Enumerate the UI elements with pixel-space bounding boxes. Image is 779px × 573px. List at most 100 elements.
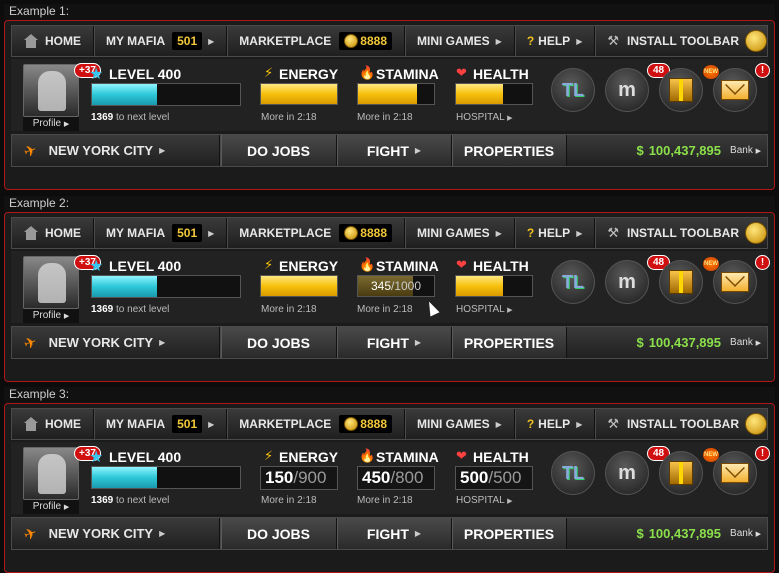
stamina-bar[interactable] bbox=[357, 83, 435, 105]
marketplace-link[interactable]: MARKETPLACE 8888 bbox=[227, 409, 405, 439]
energy-value[interactable]: 150/900 bbox=[260, 466, 338, 490]
toolbar-icon-button[interactable]: TL bbox=[551, 68, 595, 112]
energy-bar[interactable] bbox=[260, 275, 338, 297]
my-mafia-link[interactable]: MY MAFIA 501 ▶ bbox=[94, 218, 228, 248]
flame-icon: 🔥 bbox=[359, 257, 376, 272]
my-mafia-link[interactable]: MY MAFIA 501 ▶ bbox=[94, 26, 228, 56]
messages-button[interactable] bbox=[713, 260, 757, 304]
profile-button[interactable]: Profile ▶ bbox=[23, 500, 79, 514]
install-toolbar-link[interactable]: ⚒ INSTALL TOOLBAR bbox=[595, 26, 774, 56]
coin-count: 8888 bbox=[360, 34, 387, 48]
chevron-right-icon: ▶ bbox=[159, 338, 166, 347]
dollar-icon: $ bbox=[636, 335, 644, 350]
fight-label: FIGHT bbox=[366, 142, 409, 159]
gifts-button[interactable] bbox=[659, 260, 703, 304]
profile-button[interactable]: Profile ▶ bbox=[23, 309, 79, 323]
do-jobs-button[interactable]: DO JOBS bbox=[221, 327, 337, 358]
mafia-count: 501 bbox=[172, 415, 203, 433]
fight-button[interactable]: FIGHT ▶ bbox=[337, 135, 452, 166]
mafia-m-icon: m bbox=[618, 461, 636, 484]
stamina-refill-time: More in 2:18 bbox=[357, 304, 413, 315]
properties-label: PROPERTIES bbox=[463, 525, 555, 542]
profile-button[interactable]: Profile ▶ bbox=[23, 117, 79, 131]
messages-button[interactable] bbox=[713, 68, 757, 112]
city-selector[interactable]: ✈ NEW YORK CITY ▶ bbox=[12, 518, 220, 549]
properties-button[interactable]: PROPERTIES bbox=[452, 518, 567, 549]
fight-label: FIGHT bbox=[366, 525, 409, 542]
mafia-count: 501 bbox=[172, 224, 203, 242]
xp-to-next-value: 1369 bbox=[91, 495, 114, 506]
energy-bar[interactable] bbox=[260, 83, 338, 105]
my-mafia-label: MY MAFIA bbox=[106, 226, 166, 240]
chevron-right-icon: ▶ bbox=[507, 115, 513, 122]
mafia-m-icon: m bbox=[618, 78, 636, 101]
coin-count: 8888 bbox=[360, 417, 387, 431]
avatar[interactable]: +37 bbox=[23, 446, 101, 500]
do-jobs-button[interactable]: DO JOBS bbox=[221, 135, 337, 166]
gifts-button[interactable] bbox=[659, 68, 703, 112]
hospital-link[interactable]: HOSPITAL ▶ bbox=[456, 112, 513, 123]
messages-button[interactable] bbox=[713, 451, 757, 495]
mini-games-menu[interactable]: MINI GAMES ▶ bbox=[405, 409, 515, 439]
marketplace-link[interactable]: MARKETPLACE 8888 bbox=[227, 218, 405, 248]
mafia-invites-button[interactable]: m bbox=[605, 260, 649, 304]
mini-games-menu[interactable]: MINI GAMES ▶ bbox=[405, 218, 515, 248]
stamina-value[interactable]: 450/800 bbox=[357, 466, 435, 490]
install-toolbar-label: INSTALL TOOLBAR bbox=[627, 226, 739, 240]
mini-games-menu[interactable]: MINI GAMES ▶ bbox=[405, 26, 515, 56]
avatar[interactable]: +37 bbox=[23, 255, 101, 309]
tools-icon: ⚒ bbox=[607, 33, 619, 48]
hospital-link[interactable]: HOSPITAL ▶ bbox=[456, 495, 513, 506]
home-link[interactable]: HOME bbox=[12, 26, 94, 56]
install-toolbar-link[interactable]: ⚒ INSTALL TOOLBAR bbox=[595, 218, 774, 248]
health-value[interactable]: 500/500 bbox=[455, 466, 533, 490]
my-mafia-link[interactable]: MY MAFIA 501 ▶ bbox=[94, 409, 228, 439]
health-bar[interactable] bbox=[455, 83, 533, 105]
chevron-right-icon: ▶ bbox=[208, 419, 215, 429]
stamina-bar[interactable]: 345/1000 bbox=[357, 275, 435, 297]
install-toolbar-link[interactable]: ⚒ INSTALL TOOLBAR bbox=[595, 409, 774, 439]
help-menu[interactable]: ? HELP ▶ bbox=[515, 26, 596, 56]
coin-icon bbox=[344, 34, 359, 48]
chevron-right-icon: ▶ bbox=[414, 146, 422, 155]
health-bar[interactable] bbox=[455, 275, 533, 297]
properties-label: PROPERTIES bbox=[463, 334, 555, 351]
fight-button[interactable]: FIGHT ▶ bbox=[337, 327, 452, 358]
avatar[interactable]: +37 bbox=[23, 63, 101, 117]
star-icon: ★ bbox=[89, 449, 104, 466]
top-nav: HOME MY MAFIA 501 ▶ MARKETPLACE 8888 MINI G… bbox=[11, 25, 768, 57]
city-selector[interactable]: ✈ NEW YORK CITY ▶ bbox=[12, 135, 220, 166]
xp-bar bbox=[91, 83, 241, 106]
energy-refill-time: More in 2:18 bbox=[261, 112, 317, 123]
level-label: LEVEL 400 bbox=[109, 258, 182, 274]
tl-icon: TL bbox=[562, 271, 584, 292]
bank-link[interactable]: Bank ▶ bbox=[730, 518, 761, 549]
help-icon: ? bbox=[526, 34, 535, 48]
marketplace-link[interactable]: MARKETPLACE 8888 bbox=[227, 26, 405, 56]
mafia-invites-button[interactable]: m bbox=[605, 451, 649, 495]
flame-icon: 🔥 bbox=[359, 448, 376, 463]
stats-row: +37 Profile ▶ ★ LEVEL 400 1369 to next l… bbox=[11, 59, 770, 131]
home-link[interactable]: HOME bbox=[12, 218, 94, 248]
city-selector[interactable]: ✈ NEW YORK CITY ▶ bbox=[12, 327, 220, 358]
bank-link[interactable]: Bank ▶ bbox=[730, 327, 761, 358]
dollar-icon: $ bbox=[636, 526, 644, 541]
properties-button[interactable]: PROPERTIES bbox=[452, 135, 567, 166]
home-link[interactable]: HOME bbox=[12, 409, 94, 439]
bank-link[interactable]: Bank ▶ bbox=[730, 135, 761, 166]
mafia-invites-button[interactable]: m bbox=[605, 68, 649, 112]
gifts-button[interactable] bbox=[659, 451, 703, 495]
toolbar-icon-button[interactable]: TL bbox=[551, 451, 595, 495]
coin-icon bbox=[344, 226, 359, 240]
hospital-link[interactable]: HOSPITAL ▶ bbox=[456, 304, 513, 315]
help-menu[interactable]: ? HELP ▶ bbox=[515, 218, 596, 248]
do-jobs-button[interactable]: DO JOBS bbox=[221, 518, 337, 549]
properties-button[interactable]: PROPERTIES bbox=[452, 327, 567, 358]
fight-button[interactable]: FIGHT ▶ bbox=[337, 518, 452, 549]
chevron-right-icon: ▶ bbox=[159, 146, 166, 155]
home-label: HOME bbox=[45, 34, 81, 48]
xp-to-next-value: 1369 bbox=[91, 304, 114, 315]
chevron-right-icon: ▶ bbox=[63, 121, 70, 128]
toolbar-icon-button[interactable]: TL bbox=[551, 260, 595, 304]
help-menu[interactable]: ? HELP ▶ bbox=[515, 409, 596, 439]
